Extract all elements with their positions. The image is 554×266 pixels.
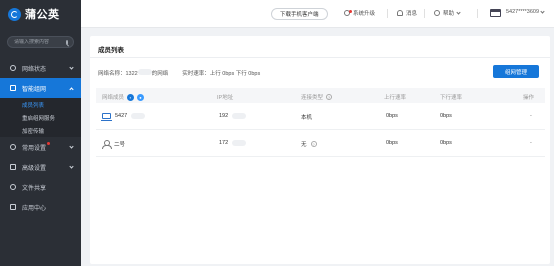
network-info: 网络名称：1322 的网络 实时速率：上行 0bps 下行 0bps [98, 69, 260, 77]
bell-icon [397, 10, 403, 16]
sidebar-item-label: 应用中心 [22, 205, 47, 212]
router-icon[interactable] [490, 9, 501, 17]
account-label: 5427****3609 [506, 9, 540, 15]
gear-icon [10, 144, 16, 150]
top-bar: 下载手机客户端 系统升级 消息 帮助 5427****3609 [81, 0, 554, 28]
help-icon [434, 10, 440, 16]
divider [477, 9, 478, 18]
account-menu[interactable]: 5427****3609 [506, 8, 545, 15]
table-row: 5427 192 本机 0bps 0bps - [96, 103, 545, 130]
redacted-text [131, 113, 146, 119]
sidebar-item-smart-network[interactable]: 智能组网 [0, 78, 81, 98]
action-cell: - [530, 140, 532, 146]
connection-cell: 本机 [301, 115, 313, 121]
ip-cell: 192 [219, 113, 247, 119]
sidebar-item-label: 文件共享 [22, 185, 47, 192]
notification-dot [349, 10, 352, 13]
column-header-ip: IP地址 [217, 95, 234, 101]
share-icon [10, 184, 16, 190]
member-list-card: 成员列表 网络名称：1322 的网络 实时速率：上行 0bps 下行 0bps 组… [90, 36, 550, 264]
system-upgrade-link[interactable]: 系统升级 [344, 9, 375, 17]
page-title: 成员列表 [98, 47, 124, 54]
help-menu[interactable]: 帮助 [434, 9, 461, 17]
divider [90, 57, 550, 58]
chevron-up-icon [69, 87, 74, 92]
table-header: 网络成员 ▪ ● IP地址 连接类型 ? 上行速率 下行速率 操作 [96, 88, 545, 103]
chevron-down-icon [540, 8, 545, 14]
sidebar-nav: 网络状态 智能组网 成员列表 重启组网服务 加密传输 常用设置 高级设置 文件共… [0, 58, 81, 217]
column-header-connection: 连接类型 ? [301, 94, 333, 101]
search-input[interactable] [14, 39, 66, 45]
app-name: 蒲公英 [25, 9, 60, 21]
sidebar-item-app-center[interactable]: 应用中心 [0, 197, 81, 217]
divider [424, 9, 425, 18]
search-icon[interactable] [66, 39, 68, 45]
chevron-down-icon [456, 9, 461, 15]
help-icon[interactable]: ? [310, 141, 317, 147]
sidebar-item-label: 高级设置 [22, 165, 47, 172]
network-icon [10, 65, 16, 71]
system-upgrade-label: 系统升级 [353, 11, 376, 17]
sidebar: 蒲公英 网络状态 智能组网 成员列表 重启组网服务 加密传输 常用设置 [0, 0, 81, 266]
logo: 蒲公英 [0, 0, 81, 28]
sidebar-subitem-member-list[interactable]: 成员列表 [0, 98, 81, 111]
sidebar-item-file-share[interactable]: 文件共享 [0, 177, 81, 197]
ip-cell: 172 [219, 140, 247, 146]
sidebar-submenu: 成员列表 重启组网服务 加密传输 [0, 98, 81, 137]
sidebar-search[interactable] [7, 36, 74, 48]
logo-icon [8, 7, 21, 21]
chevron-down-icon [69, 144, 74, 149]
sidebar-item-common-settings[interactable]: 常用设置 [0, 137, 81, 157]
settings-icon [10, 164, 16, 170]
user-icon [344, 10, 352, 16]
help-icon[interactable]: ? [326, 94, 333, 100]
person-badge-icon: ● [137, 93, 145, 101]
sidebar-item-label: 网络状态 [22, 66, 47, 73]
sidebar-subitem-restart-service[interactable]: 重启组网服务 [0, 111, 81, 124]
redacted-text [137, 69, 152, 75]
action-cell: - [530, 113, 532, 119]
member-cell: 5427 [101, 113, 146, 121]
divider [387, 9, 388, 18]
person-icon [102, 140, 112, 149]
column-header-download: 下行速率 [440, 95, 463, 101]
table-row: 二号 172 无 ? 0bps 0bps - [96, 130, 545, 157]
download-rate-cell: 0bps [440, 113, 452, 119]
column-header-member: 网络成员 ▪ ● [102, 93, 145, 101]
upload-rate-cell: 0bps [386, 140, 398, 146]
notification-dot [47, 142, 50, 145]
column-header-upload: 上行速率 [384, 95, 407, 101]
help-label: 帮助 [443, 11, 455, 17]
network-management-button[interactable]: 组网管理 [493, 65, 539, 78]
chevron-down-icon [69, 164, 74, 169]
sidebar-item-network-status[interactable]: 网络状态 [0, 58, 81, 78]
chevron-down-icon [69, 65, 74, 70]
redacted-text [232, 140, 247, 146]
network-name: 网络名称：1322 的网络 [98, 69, 169, 77]
column-header-action: 操作 [523, 95, 535, 101]
messages-label: 消息 [406, 11, 418, 17]
sidebar-item-label: 常用设置 [22, 145, 47, 152]
computer-icon [101, 113, 112, 121]
upload-rate-cell: 0bps [386, 113, 398, 119]
download-app-button[interactable]: 下载手机客户端 [271, 8, 328, 20]
connection-cell: 无 ? [301, 141, 317, 148]
sidebar-subitem-encrypted-transfer[interactable]: 加密传输 [0, 124, 81, 137]
redacted-text [232, 113, 247, 119]
app-icon [10, 204, 16, 210]
grid-icon [10, 85, 16, 91]
member-cell: 二号 [102, 140, 125, 149]
download-rate-cell: 0bps [440, 140, 452, 146]
messages-link[interactable]: 消息 [397, 9, 417, 17]
realtime-rate: 实时速率：上行 0bps 下行 0bps [182, 71, 261, 77]
sidebar-item-advanced-settings[interactable]: 高级设置 [0, 157, 81, 177]
sidebar-item-label: 智能组网 [22, 86, 47, 93]
windows-icon: ▪ [127, 93, 135, 101]
